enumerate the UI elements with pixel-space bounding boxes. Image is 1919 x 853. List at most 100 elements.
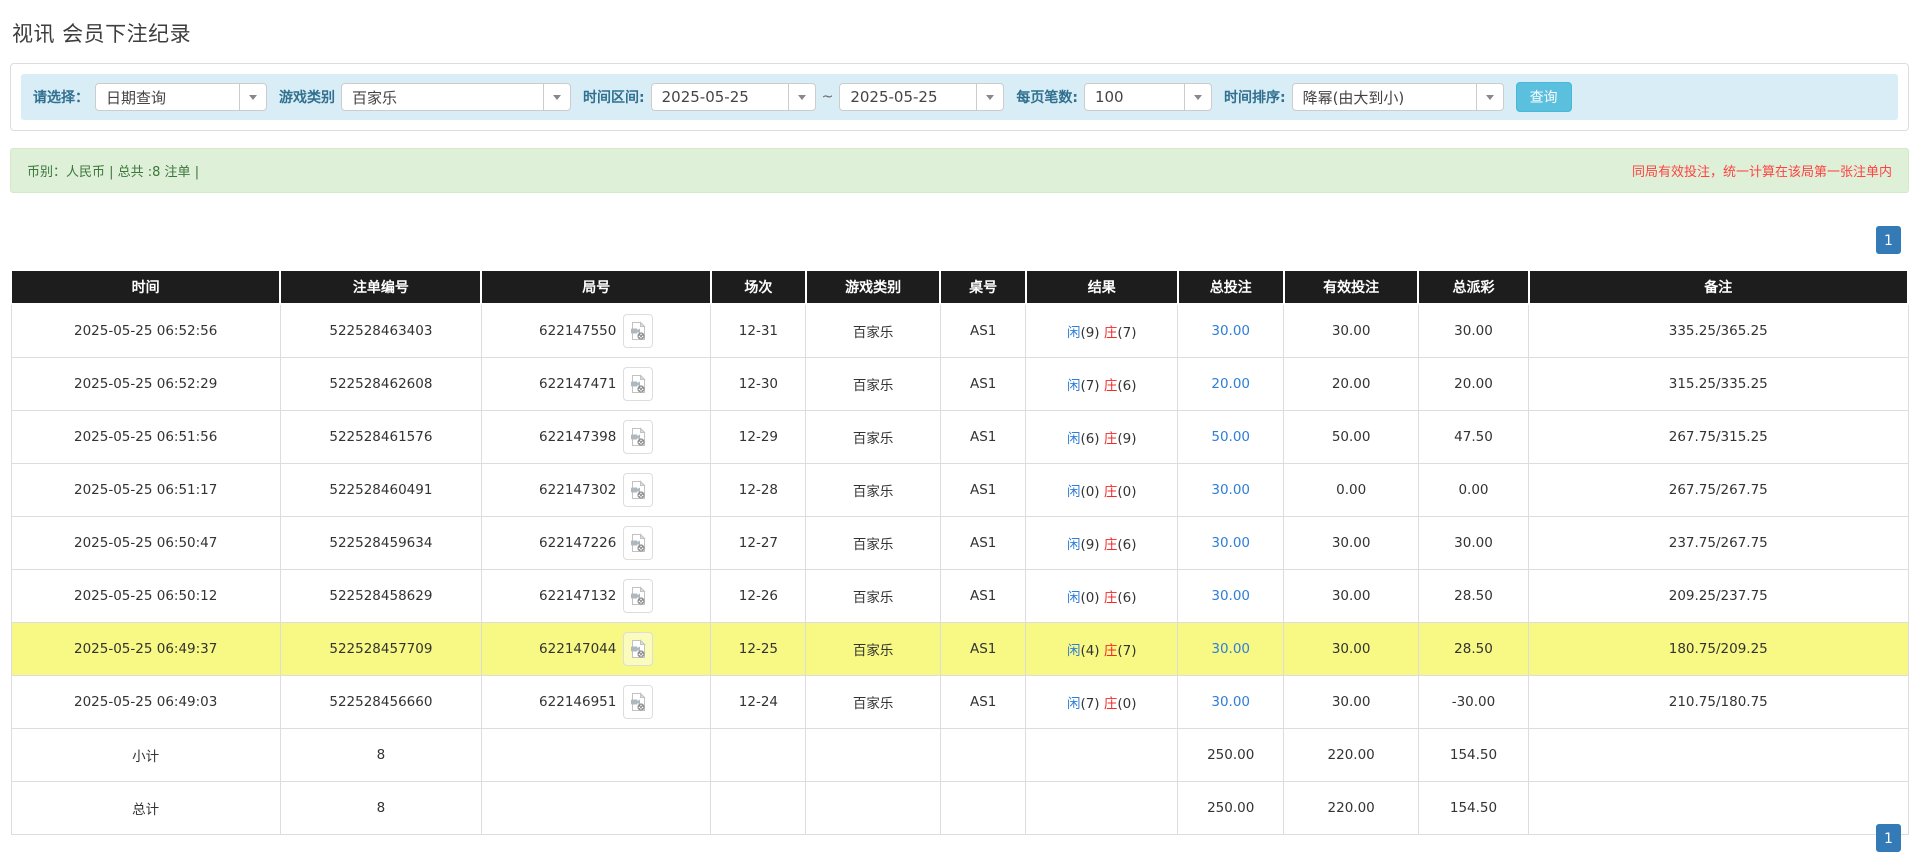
remark-cell: 180.75/209.25: [1529, 622, 1909, 675]
session-cell: 12-27: [711, 516, 806, 569]
total-bet-link[interactable]: 30.00: [1211, 323, 1250, 339]
table-no-cell: AS1: [940, 516, 1025, 569]
player-result: 闲: [1067, 696, 1081, 712]
remark-cell: 315.25/335.25: [1529, 357, 1909, 410]
time-cell: 2025-05-25 06:50:12: [11, 569, 280, 622]
table-row: 2025-05-25 06:51:56 522528461576 6221473…: [11, 410, 1908, 463]
date-from-select[interactable]: 2025-05-25: [651, 83, 816, 111]
time-cell: 2025-05-25 06:52:56: [11, 304, 280, 357]
video-replay-icon[interactable]: [623, 473, 653, 507]
page-1-button[interactable]: 1: [1876, 824, 1901, 852]
player-result: 闲: [1067, 325, 1081, 341]
chevron-down-icon: [1184, 84, 1211, 110]
filter-panel: 请选择： 日期查询 游戏类别 百家乐 时间区间: 2025-05-25 ~ 20…: [10, 63, 1909, 131]
banker-result: 庄: [1104, 537, 1118, 553]
banker-result: 庄: [1104, 431, 1118, 447]
total-bet-link[interactable]: 30.00: [1211, 535, 1250, 551]
valid-bet-cell: 30.00: [1284, 675, 1419, 728]
table-no-cell: AS1: [940, 463, 1025, 516]
time-sort-label: 时间排序:: [1224, 87, 1286, 107]
payout-cell: 20.00: [1418, 357, 1528, 410]
summary-total-bet-cell: 250.00: [1178, 728, 1284, 781]
table-row: 2025-05-25 06:52:56 522528463403 6221475…: [11, 304, 1908, 357]
game-type-cell: 百家乐: [806, 622, 941, 675]
session-cell: 12-28: [711, 463, 806, 516]
round-id-cell: 622147398: [481, 410, 711, 463]
player-result: 闲: [1067, 643, 1081, 659]
header-cell: 有效投注: [1284, 270, 1419, 304]
page-1-button[interactable]: 1: [1876, 226, 1901, 254]
bet-id-cell: 522528456660: [280, 675, 481, 728]
total-bet-link[interactable]: 30.00: [1211, 694, 1250, 710]
game-type-cell: 百家乐: [806, 304, 941, 357]
query-type-select[interactable]: 日期查询: [95, 83, 267, 111]
game-type-cell: 百家乐: [806, 463, 941, 516]
bet-id-cell: 522528463403: [280, 304, 481, 357]
payout-cell: 28.50: [1418, 569, 1528, 622]
round-id-cell: 622147226: [481, 516, 711, 569]
bet-id-cell: 522528460491: [280, 463, 481, 516]
valid-bet-cell: 30.00: [1284, 569, 1419, 622]
per-page-label: 每页笔数:: [1016, 87, 1078, 107]
chevron-down-icon: [1476, 84, 1503, 110]
table-body: 2025-05-25 06:52:56 522528463403 6221475…: [11, 304, 1908, 728]
video-replay-icon[interactable]: [623, 526, 653, 560]
video-replay-icon[interactable]: [623, 685, 653, 719]
date-to-select[interactable]: 2025-05-25: [839, 83, 1004, 111]
video-replay-icon[interactable]: [623, 314, 653, 348]
session-cell: 12-25: [711, 622, 806, 675]
total-bet-link[interactable]: 30.00: [1211, 482, 1250, 498]
time-cell: 2025-05-25 06:52:29: [11, 357, 280, 410]
video-replay-icon[interactable]: [623, 367, 653, 401]
query-type-label: 请选择：: [33, 87, 89, 107]
banker-result: 庄: [1104, 378, 1118, 394]
time-sort-select[interactable]: 降幂(由大到小): [1292, 83, 1504, 111]
total-bet-link[interactable]: 50.00: [1211, 429, 1250, 445]
total-bet-cell: 30.00: [1178, 516, 1284, 569]
remark-cell: 267.75/267.75: [1529, 463, 1909, 516]
search-button[interactable]: 查询: [1516, 82, 1572, 112]
chevron-down-icon: [788, 84, 815, 110]
filter-bar: 请选择： 日期查询 游戏类别 百家乐 时间区间: 2025-05-25 ~ 20…: [21, 74, 1898, 120]
valid-bet-cell: 20.00: [1284, 357, 1419, 410]
video-replay-icon[interactable]: [623, 579, 653, 613]
header-cell: 结果: [1026, 270, 1178, 304]
summary-valid-bet-cell: 220.00: [1284, 728, 1419, 781]
valid-bet-cell: 30.00: [1284, 304, 1419, 357]
result-cell: 闲(9) 庄(7): [1026, 304, 1178, 357]
game-type-select[interactable]: 百家乐: [341, 83, 571, 111]
bet-id-cell: 522528461576: [280, 410, 481, 463]
total-bet-cell: 30.00: [1178, 463, 1284, 516]
video-replay-icon[interactable]: [623, 632, 653, 666]
result-cell: 闲(0) 庄(0): [1026, 463, 1178, 516]
session-cell: 12-29: [711, 410, 806, 463]
round-id-cell: 622147044: [481, 622, 711, 675]
banker-result: 庄: [1104, 643, 1118, 659]
table-no-cell: AS1: [940, 622, 1025, 675]
currency-summary: 币别：人民币 | 总共 :8 注单 |: [27, 161, 199, 180]
round-id-cell: 622147471: [481, 357, 711, 410]
video-replay-icon[interactable]: [623, 420, 653, 454]
total-bet-link[interactable]: 20.00: [1211, 376, 1250, 392]
summary-label-cell: 总计: [11, 781, 280, 834]
pagination-bottom: 1: [1876, 824, 1901, 852]
payout-cell: 47.50: [1418, 410, 1528, 463]
time-cell: 2025-05-25 06:50:47: [11, 516, 280, 569]
total-bet-link[interactable]: 30.00: [1211, 588, 1250, 604]
time-sort-value: 降幂(由大到小): [1293, 87, 1476, 108]
player-result: 闲: [1067, 590, 1081, 606]
payout-cell: 0.00: [1418, 463, 1528, 516]
summary-remark-cell: [1529, 728, 1909, 781]
table-row: 2025-05-25 06:50:47 522528459634 6221472…: [11, 516, 1908, 569]
game-type-cell: 百家乐: [806, 516, 941, 569]
total-bet-link[interactable]: 30.00: [1211, 641, 1250, 657]
time-cell: 2025-05-25 06:49:03: [11, 675, 280, 728]
time-range-label: 时间区间:: [583, 87, 645, 107]
game-type-value: 百家乐: [342, 87, 543, 108]
query-type-value: 日期查询: [96, 87, 239, 108]
total-bet-cell: 30.00: [1178, 569, 1284, 622]
banker-result: 庄: [1104, 590, 1118, 606]
header-cell: 总派彩: [1418, 270, 1528, 304]
per-page-select[interactable]: 100: [1084, 83, 1212, 111]
bet-id-cell: 522528457709: [280, 622, 481, 675]
